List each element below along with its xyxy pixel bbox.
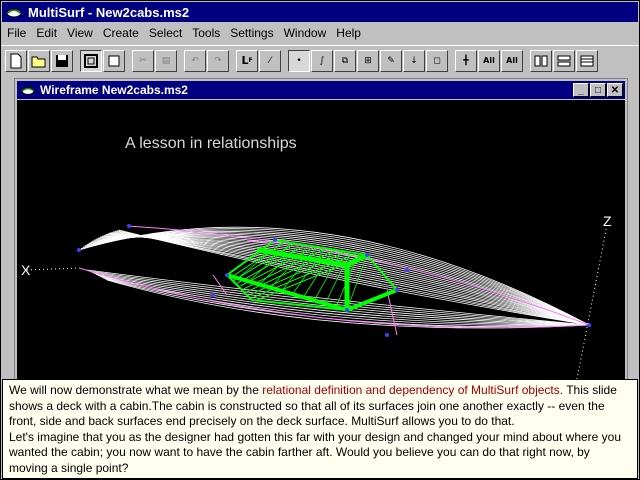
control-point — [345, 308, 349, 312]
calc-icon[interactable]: ▤ — [155, 49, 177, 72]
cut-icon[interactable]: ✂ — [132, 49, 154, 72]
control-point — [385, 333, 389, 337]
tip-highlight: relational definition and dependency of … — [262, 383, 560, 397]
all-c-icon[interactable]: All — [478, 49, 500, 72]
tile-vertical-icon[interactable] — [530, 49, 552, 72]
select-box-icon[interactable]: ◻ — [426, 49, 448, 72]
move-icon[interactable]: ↓ — [403, 49, 425, 72]
wireframe-title: Wireframe New2cabs.ms2 — [40, 83, 188, 97]
wireframe-title-bar: Wireframe New2cabs.ms2 _ □ ✕ — [17, 81, 625, 99]
control-point — [405, 268, 409, 272]
menu-settings[interactable]: Settings — [225, 26, 278, 40]
frame-icon[interactable] — [80, 49, 102, 72]
title-bar: MultiSurf - New2cabs.ms2 — [2, 2, 638, 22]
wireframe-window: Wireframe New2cabs.ms2 _ □ ✕ A lesson in… — [14, 78, 628, 380]
toolbar: ✂ ▤ ↶ ↷ LF ⁄ • ∫ ⧉ ⊞ ✎ ↓ ◻ ╋ All All — [2, 45, 638, 75]
menu-create[interactable]: Create — [98, 26, 144, 40]
tip-text-3: Let's imagine that you as the designer h… — [9, 429, 622, 475]
x-axis-line — [26, 267, 80, 271]
hull-wireframe — [26, 224, 608, 379]
undo-icon[interactable]: ↶ — [184, 49, 206, 72]
pointer-icon[interactable]: ⁄ — [259, 49, 281, 72]
control-point — [127, 224, 131, 228]
control-point — [395, 288, 399, 292]
tutorial-text-panel: We will now demonstrate what we mean by … — [2, 379, 638, 479]
app-icon — [6, 8, 22, 18]
cascade-icon[interactable] — [576, 49, 598, 72]
window-title: MultiSurf - New2cabs.ms2 — [28, 4, 190, 20]
tile-horizontal-icon[interactable] — [553, 49, 575, 72]
menu-select[interactable]: Select — [144, 26, 187, 40]
snap-icon[interactable]: ╋ — [455, 49, 477, 72]
maximize-button[interactable]: □ — [590, 83, 606, 97]
save-icon[interactable] — [51, 49, 73, 72]
line-frame-icon[interactable]: LF — [236, 49, 258, 72]
grid-icon[interactable]: ⊞ — [357, 49, 379, 72]
edit-icon[interactable]: ✎ — [380, 49, 402, 72]
z-axis-line — [576, 224, 608, 379]
control-point — [273, 238, 277, 242]
square-icon[interactable] — [103, 49, 125, 72]
curve-icon[interactable]: ∫ — [311, 49, 333, 72]
all-s-icon[interactable]: All — [501, 49, 523, 72]
menu-help[interactable]: Help — [331, 26, 366, 40]
control-point — [77, 248, 81, 252]
control-point — [211, 293, 215, 297]
close-button[interactable]: ✕ — [607, 83, 623, 97]
wireframe-canvas[interactable]: A lesson in relationships X Z — [17, 100, 625, 379]
control-point — [225, 273, 229, 277]
app-window: MultiSurf - New2cabs.ms2 File Edit View … — [0, 0, 640, 480]
menu-tools[interactable]: Tools — [187, 26, 225, 40]
wireframe-icon — [21, 87, 35, 95]
redo-icon[interactable]: ↷ — [207, 49, 229, 72]
surface-icon[interactable]: ⧉ — [334, 49, 356, 72]
station-line — [212, 274, 228, 296]
control-point — [365, 253, 369, 257]
menu-window[interactable]: Window — [279, 26, 332, 40]
menu-bar: File Edit View Create Select Tools Setti… — [2, 23, 638, 43]
minimize-button[interactable]: _ — [573, 83, 589, 97]
menu-file[interactable]: File — [2, 26, 31, 40]
menu-view[interactable]: View — [62, 26, 98, 40]
point-icon[interactable]: • — [288, 49, 310, 72]
new-icon[interactable] — [5, 49, 27, 72]
menu-edit[interactable]: Edit — [31, 26, 62, 40]
tip-text-1: We will now demonstrate what we mean by … — [9, 383, 263, 397]
open-icon[interactable] — [28, 49, 50, 72]
